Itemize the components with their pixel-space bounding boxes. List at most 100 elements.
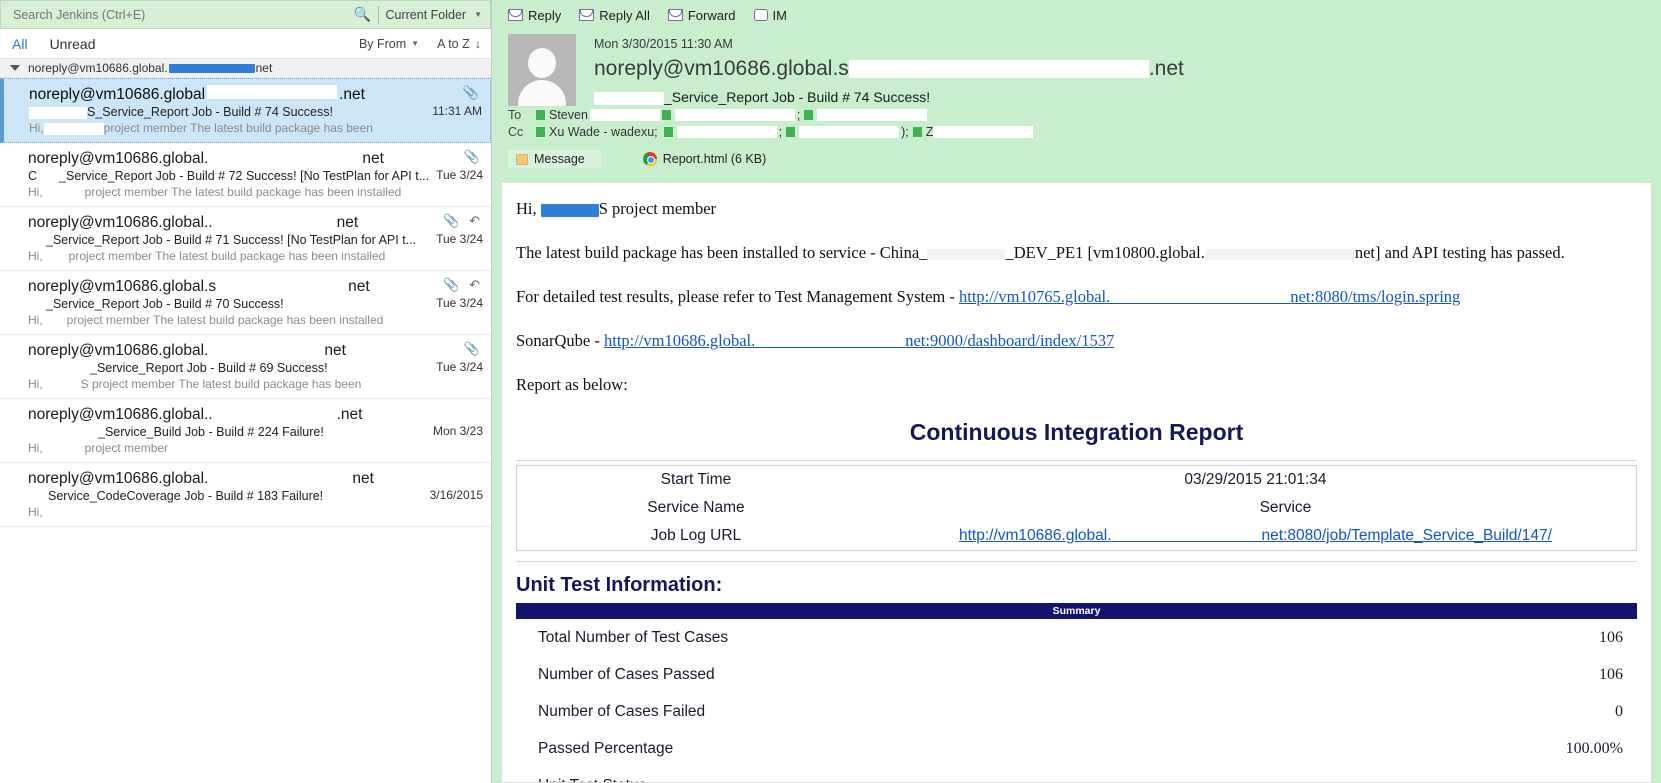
summary-key-total-cases: Total Number of Test Cases — [538, 629, 729, 646]
group-header-text-after: net — [255, 61, 273, 75]
attachment-icon: 📎 — [463, 341, 483, 356]
chrome-icon — [642, 152, 657, 166]
collapse-triangle-icon[interactable] — [10, 65, 20, 71]
message-body-scroll[interactable]: Hi, S project member The latest build pa… — [501, 182, 1652, 783]
job-url-suffix: net:8080/job/Template_Service_Build/147/ — [1261, 527, 1552, 544]
sort-order-button[interactable]: A to Z ↓ — [437, 37, 481, 51]
search-input-wrapper[interactable] — [5, 6, 353, 23]
summary-value-passed-percentage: 100.00% — [1565, 740, 1623, 757]
recipient-separator: ; — [796, 108, 801, 122]
to-label: To — [508, 108, 522, 122]
body-report-intro: Report as below: — [516, 375, 628, 394]
search-icon[interactable]: 🔍 — [352, 6, 372, 23]
table-row: Start Time 03/29/2015 21:01:34 — [517, 466, 1637, 495]
redacted-block — [207, 85, 338, 99]
presence-icon — [912, 127, 922, 137]
job-log-url-link[interactable]: http://vm10686.global. net:8080/job/Templ… — [959, 527, 1552, 544]
tab-message-label: Message — [534, 152, 585, 166]
presence-icon — [661, 110, 671, 120]
reply-all-button[interactable]: Reply All — [579, 8, 650, 23]
presence-icon — [786, 127, 796, 137]
table-row: Total Number of Test Cases 106 — [516, 619, 1637, 656]
tms-prefix: For detailed test results, please refer … — [516, 287, 960, 306]
redacted-block — [42, 442, 85, 455]
group-by-dropdown[interactable]: By From ▼ — [359, 37, 419, 51]
preview-text: project member The latest build package … — [103, 121, 373, 135]
info-key-job-log-url: Job Log URL — [650, 527, 742, 544]
tab-attachment-report-html[interactable]: Report.html (6 KB) — [635, 150, 783, 168]
message-meta: 📎 Tue 3/24 — [413, 341, 483, 374]
message-date: Tue 3/24 — [436, 360, 483, 374]
redacted-block — [676, 126, 777, 138]
summary-key-cases-passed: Number of Cases Passed — [538, 666, 715, 683]
list-sort-controls: By From ▼ A to Z ↓ — [359, 37, 481, 51]
message-subject-text: _Service_Report Job - Build # 71 Success… — [46, 233, 417, 247]
chevron-down-icon: ▼ — [474, 10, 482, 19]
redacted-block — [1110, 292, 1291, 305]
redacted-block — [214, 405, 335, 419]
sender-text-before: noreply@vm10686.global.. — [28, 214, 213, 231]
redacted-block — [28, 298, 46, 311]
message-date: Tue 3/24 — [436, 296, 483, 310]
reply-all-label: Reply All — [599, 7, 650, 23]
redacted-block — [799, 126, 900, 138]
no-icons — [413, 469, 483, 486]
search-input[interactable] — [5, 6, 353, 23]
reply-label: Reply — [528, 7, 562, 23]
message-preview: Hi, project member The latest build packa… — [28, 313, 481, 327]
redacted-block — [42, 506, 73, 519]
reply-button[interactable]: Reply — [508, 8, 561, 23]
list-item[interactable]: noreply@vm10686.global. net Service_Code… — [0, 463, 491, 527]
avatar — [508, 34, 576, 106]
sender-text-after: .net — [339, 86, 365, 103]
redacted-block — [218, 277, 347, 291]
redacted-block — [28, 426, 98, 439]
sonar-link-part-a: http://vm10686.global. — [603, 331, 756, 350]
list-item[interactable]: noreply@vm10686.global. net _Service_Rep… — [0, 335, 491, 399]
search-scope-dropdown[interactable]: Current Folder ▼ — [385, 8, 486, 22]
message-subject-text: _Service_Build Job - Build # 224 Failure… — [98, 425, 324, 439]
redacted-block — [674, 109, 795, 121]
body-install-line: The latest build package has been instal… — [516, 243, 1637, 263]
avatar-head — [528, 48, 556, 78]
tab-message[interactable]: Message — [508, 150, 601, 168]
conversation-group-header[interactable]: noreply@vm10686.global. net — [0, 59, 491, 78]
filter-all-tab[interactable]: All — [12, 36, 28, 52]
search-bar: 🔍 Current Folder ▼ — [0, 0, 491, 29]
search-divider — [378, 5, 380, 24]
list-item[interactable]: noreply@vm10686.global.s net _Service_Re… — [0, 271, 491, 335]
redacted-block — [42, 186, 85, 199]
summary-header-bar: Summary — [516, 603, 1637, 619]
preview-text: project member — [84, 441, 169, 455]
message-preview: Hi, project member The latest build packa… — [29, 121, 480, 135]
table-row: Number of Cases Failed 0 — [516, 693, 1637, 730]
cc-recipient-1[interactable]: Xu Wade - wadexu; — [549, 125, 658, 139]
to-row: To Steven ; — [492, 108, 1661, 122]
no-icons — [413, 405, 483, 422]
message-subject-text: _Service_Report Job - Build # 72 Success… — [59, 169, 430, 183]
tms-link[interactable]: http://vm10765.global. net:8080/tms/login… — [959, 287, 1460, 306]
redacted-block — [42, 314, 67, 327]
message-icon — [516, 153, 528, 165]
to-recipient-1[interactable]: Steven — [549, 108, 588, 122]
sender-text-after: .net — [336, 406, 363, 423]
sender-text-before: noreply@vm10686.global. — [28, 150, 209, 167]
summary-value-total-cases: 106 — [1599, 629, 1623, 646]
list-item[interactable]: noreply@vm10686.global.. net _Service_Re… — [0, 207, 491, 271]
from-text-after: .net — [1148, 57, 1184, 80]
message-date: Tue 3/24 — [436, 232, 483, 246]
redacted-block — [28, 362, 90, 375]
attachment-and-reply-icons: 📎 ↶ — [443, 213, 483, 228]
list-item[interactable]: noreply@vm10686.global.. .net _Service_B… — [0, 399, 491, 463]
summary-value-cases-failed: 0 — [1615, 703, 1623, 720]
sonarqube-link[interactable]: http://vm10686.global. net:9000/dashboard… — [604, 331, 1114, 350]
im-button[interactable]: IM — [753, 8, 787, 23]
cc-recipient-2[interactable]: Z — [926, 125, 934, 139]
sender-text-after: net — [324, 342, 346, 359]
forward-button[interactable]: Forward — [667, 8, 736, 23]
list-item[interactable]: noreply@vm10686.global. net C _Service_Re… — [0, 143, 491, 207]
list-item[interactable]: noreply@vm10686.global .net S_Service_Re… — [0, 78, 491, 143]
email-date: Mon 3/30/2015 11:30 AM — [594, 37, 733, 51]
info-value-start-time: 03/29/2015 21:01:34 — [1184, 471, 1327, 488]
filter-unread-tab[interactable]: Unread — [50, 36, 96, 52]
